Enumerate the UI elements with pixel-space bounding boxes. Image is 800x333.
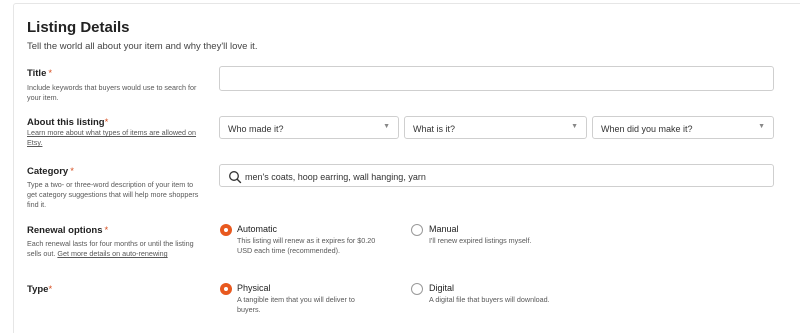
- renewal-help: Each renewal lasts for four months or un…: [27, 239, 205, 259]
- manual-radio[interactable]: [411, 224, 423, 236]
- when-made-select[interactable]: When did you make it? ▼: [592, 116, 774, 139]
- required-mark: *: [104, 117, 109, 128]
- title-label-text: Title: [27, 68, 47, 79]
- required-mark: *: [48, 284, 53, 295]
- chevron-down-icon: ▼: [571, 123, 578, 130]
- automatic-desc: This listing will renew as it expires fo…: [237, 236, 376, 255]
- digital-radio[interactable]: [411, 283, 423, 295]
- auto-renew-link[interactable]: Get more details on auto-renewing: [57, 249, 167, 258]
- who-made-select[interactable]: Who made it? ▼: [219, 116, 399, 139]
- chevron-down-icon: ▼: [758, 123, 765, 130]
- about-help-link[interactable]: Learn more about what types of items are…: [27, 128, 199, 148]
- section-title: Listing Details: [27, 19, 130, 36]
- category-help: Type a two- or three-word description of…: [27, 180, 199, 209]
- chevron-down-icon: ▼: [383, 123, 390, 130]
- about-help-link-text[interactable]: Learn more about what types of items are…: [27, 128, 196, 147]
- who-made-value: Who made it?: [228, 124, 284, 134]
- category-label: Category *: [27, 166, 74, 177]
- section-subtitle: Tell the world all about your item and w…: [27, 41, 258, 52]
- required-mark: *: [48, 68, 53, 79]
- required-mark: *: [70, 166, 74, 177]
- category-search-input[interactable]: men's coats, hoop earring, wall hanging,…: [219, 164, 774, 187]
- manual-title: Manual: [429, 224, 459, 234]
- physical-radio[interactable]: [221, 284, 231, 294]
- digital-desc: A digital file that buyers will download…: [429, 295, 550, 304]
- physical-title: Physical: [237, 283, 271, 293]
- manual-desc: I'll renew expired listings myself.: [429, 236, 532, 245]
- category-placeholder: men's coats, hoop earring, wall hanging,…: [245, 172, 426, 182]
- required-mark: *: [104, 225, 109, 236]
- title-help: Include keywords that buyers would use t…: [27, 83, 197, 102]
- automatic-radio[interactable]: [221, 225, 231, 235]
- digital-title: Digital: [429, 283, 455, 293]
- what-is-select[interactable]: What is it? ▼: [404, 116, 587, 139]
- what-is-value: What is it?: [413, 124, 456, 134]
- automatic-title: Automatic: [237, 224, 278, 234]
- renewal-label: Renewal options *: [27, 225, 108, 236]
- physical-desc: A tangible item that you will deliver to…: [237, 295, 355, 314]
- type-label-text: Type: [27, 284, 49, 295]
- when-made-value: When did you make it?: [601, 124, 693, 134]
- about-label-text: About this listing: [27, 117, 105, 128]
- category-label-text: Category: [27, 166, 69, 177]
- title-input[interactable]: [219, 66, 774, 91]
- about-label: About this listing*: [27, 117, 108, 128]
- title-label: Title *: [27, 68, 52, 79]
- renewal-label-text: Renewal options: [27, 225, 103, 236]
- search-icon: [229, 171, 242, 184]
- type-label: Type*: [27, 284, 52, 295]
